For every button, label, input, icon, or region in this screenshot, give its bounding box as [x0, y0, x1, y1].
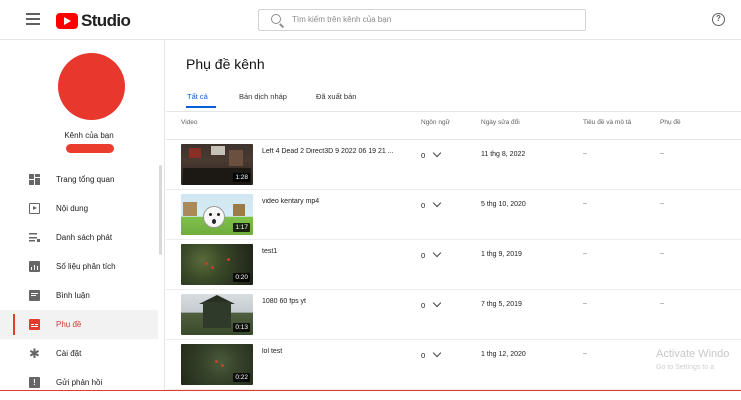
duration-badge: 0:20: [233, 273, 250, 282]
subtitles-value: –: [660, 250, 664, 257]
video-title[interactable]: 1080 60 fps yt: [262, 298, 408, 305]
main-content: Phụ đề kênh Tất cả Bản dịch nháp Đã xuất…: [166, 40, 741, 390]
sidebar-item-dashboard[interactable]: Trang tổng quan: [0, 165, 158, 194]
sidebar-item-subtitles[interactable]: Phụ đề: [0, 310, 158, 339]
video-title[interactable]: test1: [262, 248, 408, 255]
sidebar-item-label: Danh sách phát: [56, 233, 113, 242]
video-thumbnail[interactable]: 1:28: [181, 144, 253, 185]
sidebar-item-content[interactable]: Nội dung: [0, 194, 158, 223]
tab-published[interactable]: Đã xuất bản: [316, 92, 356, 101]
sidebar-item-label: Bình luận: [56, 291, 90, 300]
column-header-video: Video: [181, 119, 198, 126]
sidebar-item-label: Trang tổng quan: [56, 175, 115, 184]
title-desc-value: –: [583, 350, 587, 357]
search-placeholder: Tìm kiếm trên kênh của bạn: [292, 15, 392, 24]
sidebar-scrollbar[interactable]: [159, 165, 162, 255]
video-title[interactable]: Left 4 Dead 2 Direct3D 9 2022 06 19 21 .…: [262, 148, 408, 155]
hamburger-menu-icon[interactable]: [26, 13, 40, 25]
table-row[interactable]: 0:13 1080 60 fps yt 0 7 thg 5, 2019 – –: [166, 290, 741, 340]
active-tab-indicator: [186, 106, 216, 108]
sidebar-item-label: Phụ đề: [56, 320, 82, 329]
modified-date: 1 thg 9, 2019: [481, 251, 522, 258]
video-thumbnail[interactable]: 0:13: [181, 294, 253, 335]
video-title[interactable]: video kentary mp4: [262, 198, 408, 205]
column-header-languages[interactable]: Ngôn ngữ: [421, 119, 450, 126]
chevron-down-icon[interactable]: [432, 198, 442, 208]
sidebar-item-label: Gửi phản hồi: [56, 378, 103, 387]
bottom-accent-line: [0, 390, 741, 391]
sidebar-item-comments[interactable]: Bình luận: [0, 281, 158, 310]
table-row[interactable]: 1:28 Left 4 Dead 2 Direct3D 9 2022 06 19…: [166, 140, 741, 190]
subtitles-value: –: [660, 150, 664, 157]
settings-icon: ✱: [29, 346, 40, 361]
sidebar-item-analytics[interactable]: Số liệu phân tích: [0, 252, 158, 281]
sidebar-item-playlists[interactable]: Danh sách phát: [0, 223, 158, 252]
playlist-icon: [29, 232, 40, 243]
column-header-title-desc: Tiêu đề và mô tả: [583, 119, 632, 126]
subtitles-value: –: [660, 200, 664, 207]
duration-badge: 0:22: [233, 373, 250, 382]
search-icon: [271, 14, 281, 24]
help-icon[interactable]: ?: [712, 13, 725, 26]
tab-drafts[interactable]: Bản dịch nháp: [239, 92, 287, 101]
video-thumbnail[interactable]: 0:22: [181, 344, 253, 385]
modified-date: 1 thg 12, 2020: [481, 351, 526, 358]
title-desc-value: –: [583, 150, 587, 157]
chevron-down-icon[interactable]: [432, 248, 442, 258]
search-input[interactable]: Tìm kiếm trên kênh của bạn: [258, 9, 586, 31]
video-thumbnail[interactable]: 1:17: [181, 194, 253, 235]
language-count: 0: [421, 351, 426, 360]
modified-date: 5 thg 10, 2020: [481, 201, 526, 208]
tabs-divider: [166, 111, 741, 112]
language-count: 0: [421, 201, 426, 210]
language-count: 0: [421, 301, 426, 310]
analytics-icon: [29, 261, 40, 272]
tab-all[interactable]: Tất cả: [187, 92, 208, 101]
column-header-modified[interactable]: Ngày sửa đổi: [481, 119, 520, 126]
title-desc-value: –: [583, 300, 587, 307]
activate-windows-hint: Go to Settings to a: [656, 364, 714, 371]
chevron-down-icon[interactable]: [432, 298, 442, 308]
chevron-down-icon[interactable]: [432, 148, 442, 158]
table-row[interactable]: 0:20 test1 0 1 thg 9, 2019 – –: [166, 240, 741, 290]
youtube-play-icon: [56, 13, 78, 29]
studio-logo[interactable]: Studio: [56, 11, 131, 31]
title-desc-value: –: [583, 250, 587, 257]
modified-date: 11 thg 8, 2022: [481, 151, 526, 158]
sidebar: Kênh của bạn Trang tổng quan Nội dung Da…: [0, 40, 165, 390]
logo-text: Studio: [81, 11, 131, 30]
sidebar-item-label: Cài đặt: [56, 349, 82, 358]
comments-icon: [29, 290, 40, 301]
dashboard-icon: [29, 174, 40, 185]
chevron-down-icon[interactable]: [432, 348, 442, 358]
modified-date: 7 thg 5, 2019: [481, 301, 522, 308]
sidebar-nav: Trang tổng quan Nội dung Danh sách phát …: [0, 165, 158, 397]
video-title[interactable]: lol test: [262, 348, 408, 355]
content-icon: [29, 203, 40, 214]
title-desc-value: –: [583, 200, 587, 207]
table-row[interactable]: 0:22 lol test 0 1 thg 12, 2020 –: [166, 340, 741, 390]
activate-windows-watermark: Activate Windo: [656, 348, 730, 360]
duration-badge: 1:28: [233, 173, 250, 182]
channel-label: Kênh của bạn: [64, 131, 114, 140]
duration-badge: 0:13: [233, 323, 250, 332]
sidebar-item-label: Nội dung: [56, 204, 89, 213]
language-count: 0: [421, 251, 426, 260]
feedback-icon: [29, 377, 40, 388]
subtitles-icon: [29, 319, 40, 330]
duration-badge: 1:17: [233, 223, 250, 232]
sidebar-item-label: Số liệu phân tích: [56, 262, 116, 271]
column-header-subtitles: Phụ đề: [660, 119, 681, 126]
channel-name-redacted: [66, 144, 114, 153]
top-header: Studio Tìm kiếm trên kênh của bạn ?: [0, 0, 741, 40]
sidebar-item-feedback[interactable]: Gửi phản hồi: [0, 368, 158, 397]
table-row[interactable]: 1:17 video kentary mp4 0 5 thg 10, 2020 …: [166, 190, 741, 240]
page-title: Phụ đề kênh: [186, 56, 265, 72]
sidebar-item-settings[interactable]: ✱ Cài đặt: [0, 339, 158, 368]
channel-avatar[interactable]: [58, 53, 125, 120]
video-thumbnail[interactable]: 0:20: [181, 244, 253, 285]
subtitles-value: –: [660, 300, 664, 307]
language-count: 0: [421, 151, 426, 160]
